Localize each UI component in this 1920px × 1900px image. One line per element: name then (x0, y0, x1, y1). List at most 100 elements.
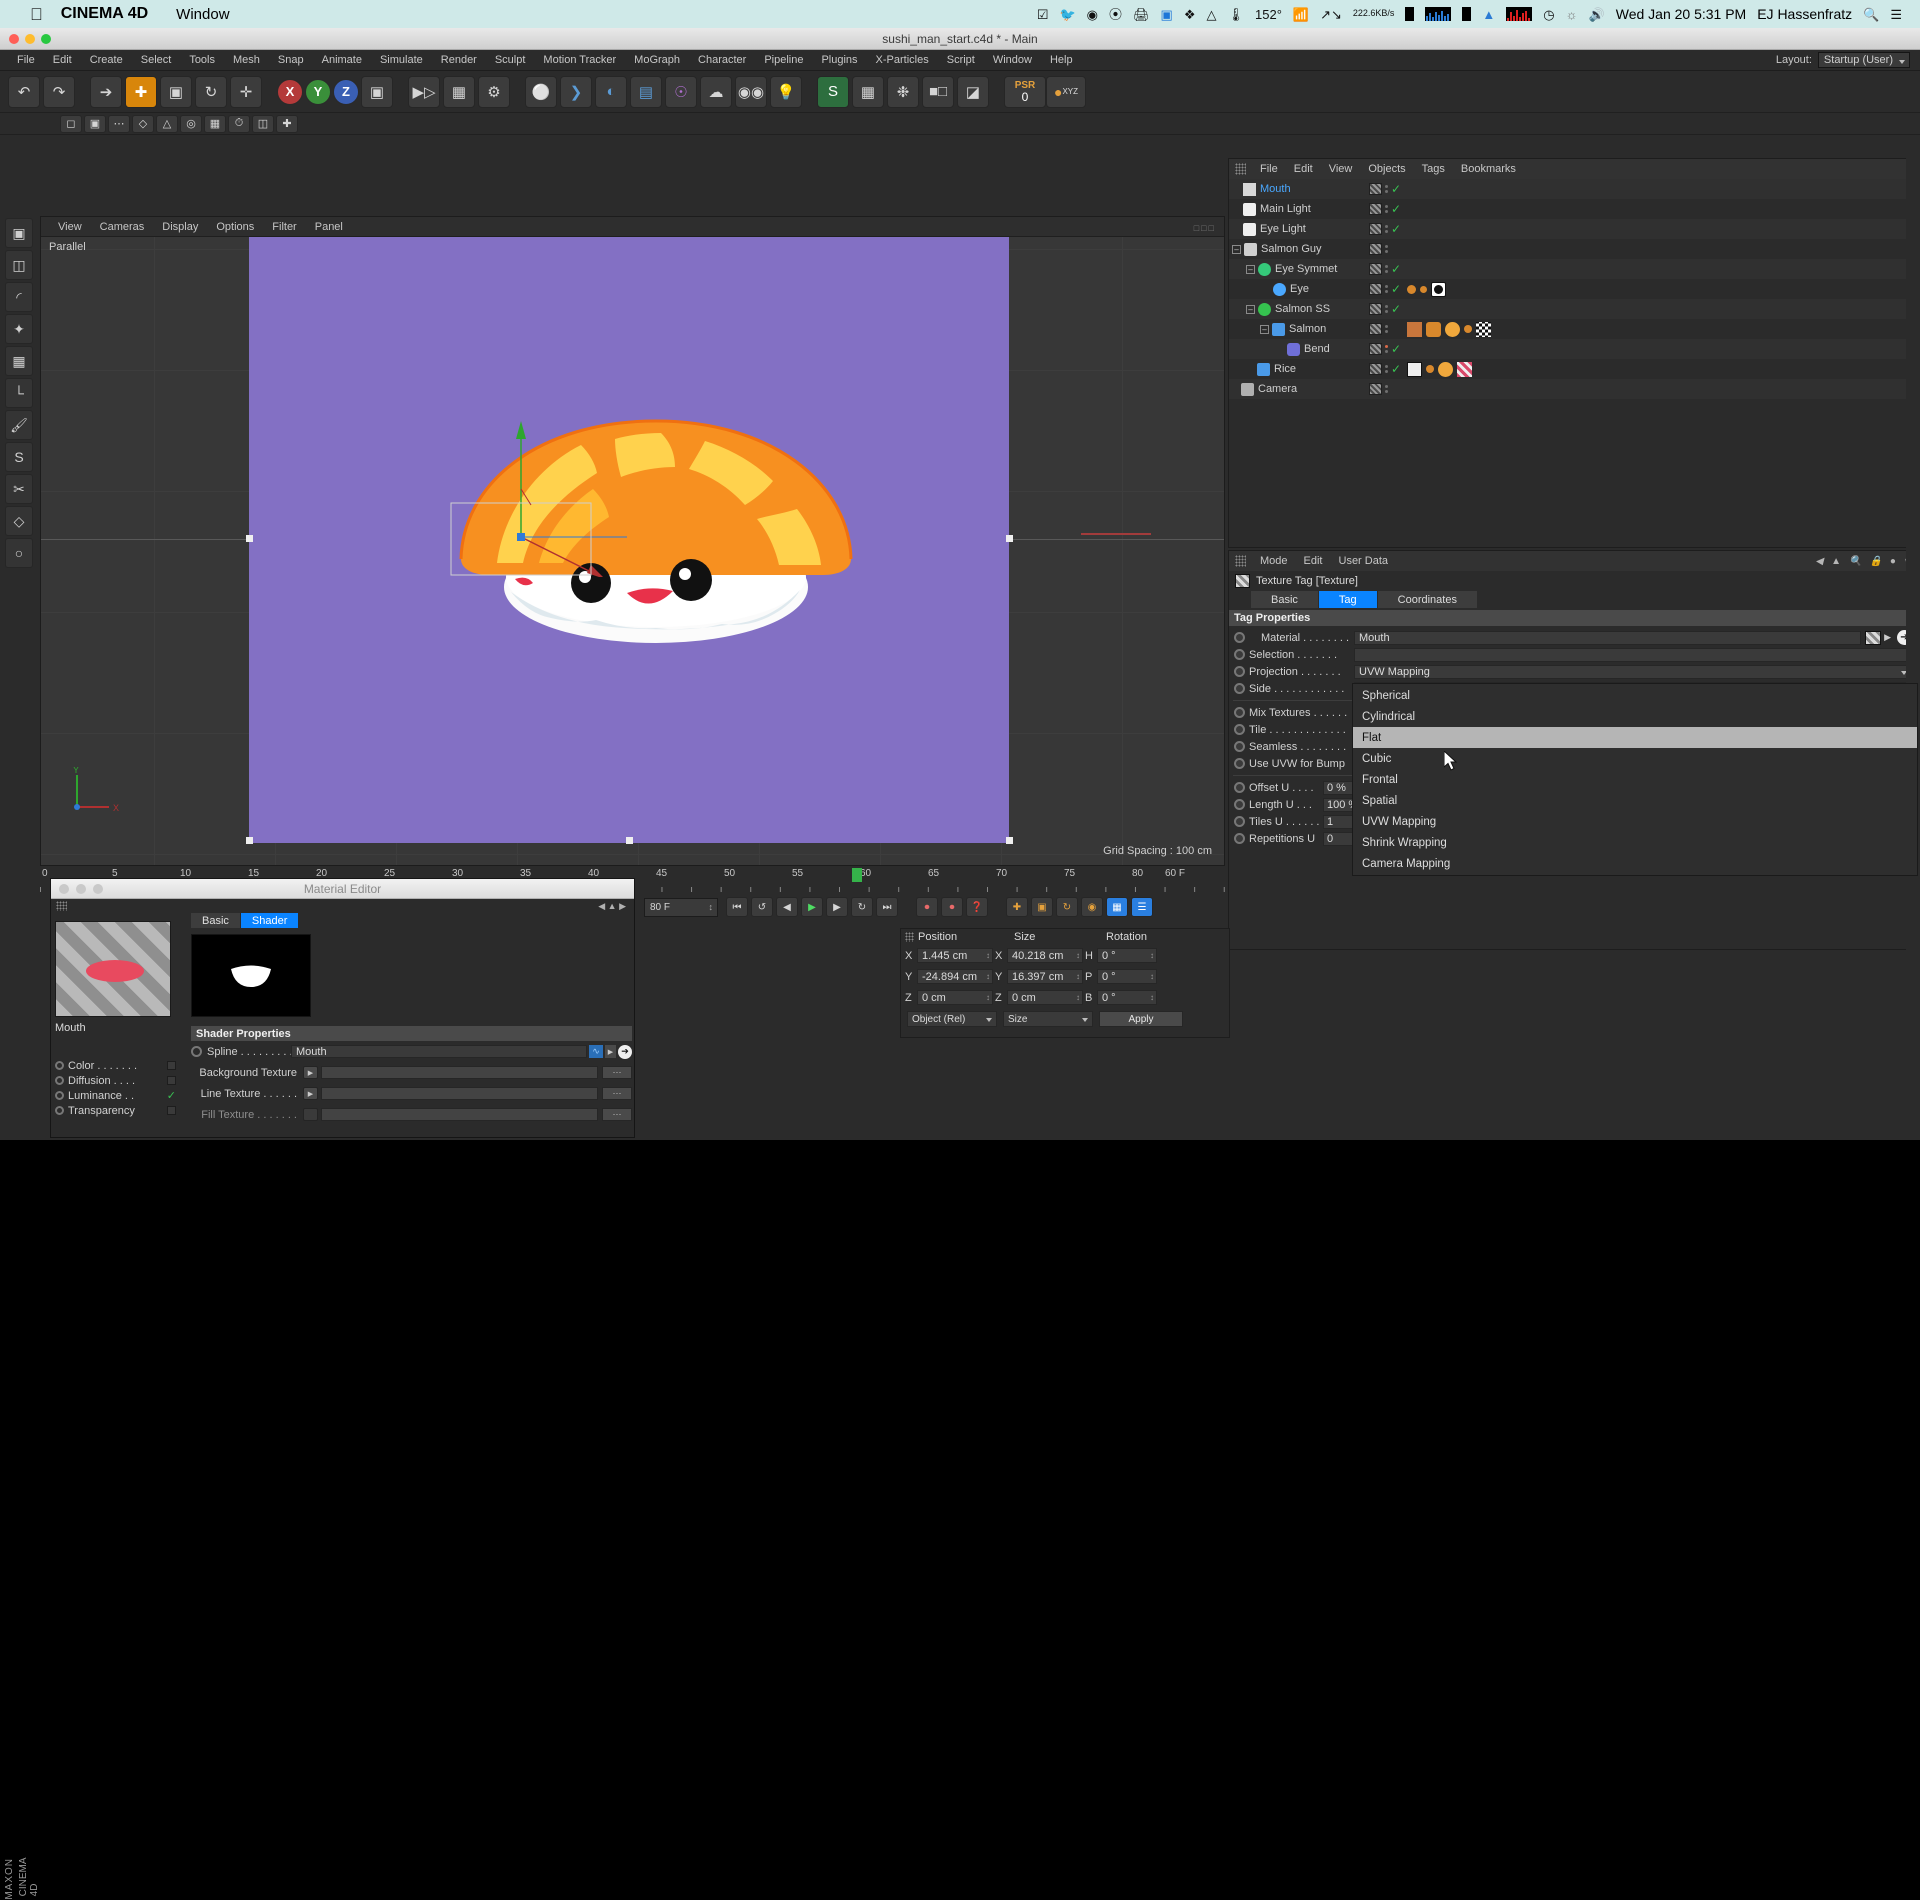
om-menu-edit[interactable]: Edit (1286, 163, 1321, 175)
object-row-salmon-ss[interactable]: – Salmon SS ✓ (1229, 299, 1917, 319)
dropdown-item-camera-mapping[interactable]: Camera Mapping (1353, 853, 1917, 874)
uv-points-icon[interactable]: ◎ (180, 114, 202, 133)
menu-select[interactable]: Select (132, 54, 181, 66)
coord-apply-button[interactable]: Apply (1099, 1011, 1183, 1027)
background-texture-browse-button[interactable]: ⋯ (602, 1066, 632, 1079)
background-texture-field[interactable] (321, 1066, 598, 1079)
object-visibility-dots[interactable] (1369, 243, 1388, 255)
maximize-button[interactable] (41, 34, 51, 44)
render-view-icon[interactable]: ▶▷ (408, 75, 440, 108)
search-icon[interactable]: 🔍 (1863, 8, 1879, 21)
material-arrow-icon[interactable]: ▶ (1884, 632, 1891, 643)
spline-curve-icon[interactable]: ∿ (589, 1045, 603, 1058)
measure-icon[interactable]: └ (5, 378, 33, 408)
object-visibility-dots[interactable] (1369, 323, 1388, 335)
current-frame-field[interactable]: 80 F (644, 897, 718, 917)
xpresso-icon[interactable]: ◪ (957, 75, 989, 108)
menu-plugins[interactable]: Plugins (812, 54, 866, 66)
expand-toggle-icon[interactable]: – (1232, 244, 1241, 254)
object-visibility-dots[interactable] (1369, 383, 1388, 395)
texture-tag-icon[interactable] (1438, 361, 1453, 377)
dropdown-item-flat[interactable]: Flat (1353, 727, 1917, 748)
window-controls[interactable] (9, 34, 51, 44)
object-visibility-dots[interactable]: ✓ (1369, 262, 1401, 276)
menu-snap[interactable]: Snap (269, 54, 313, 66)
expand-toggle-icon[interactable]: – (1246, 304, 1255, 314)
object-visibility-dots[interactable]: ✓ (1369, 202, 1401, 216)
am-menu-mode[interactable]: Mode (1252, 555, 1296, 567)
checker-tag-icon[interactable] (1476, 321, 1491, 337)
axis-z-toggle[interactable]: Z (333, 78, 359, 105)
display-icon[interactable]: ▣ (1161, 8, 1173, 21)
menu-simulate[interactable]: Simulate (371, 54, 432, 66)
channel-luminance-check-icon[interactable]: ✓ (167, 1089, 176, 1102)
checkbox-icon[interactable]: ☑ (1037, 8, 1049, 21)
om-menu-view[interactable]: View (1321, 163, 1361, 175)
enabled-check-icon[interactable]: ✓ (1391, 362, 1401, 376)
object-row-eye-light[interactable]: Eye Light ✓ (1229, 219, 1917, 239)
viewport-menu-options[interactable]: Options (207, 221, 263, 233)
enabled-check-icon[interactable]: ✓ (1391, 262, 1401, 276)
coord-rotation-p[interactable]: 0 ° (1097, 969, 1157, 984)
menu-help[interactable]: Help (1041, 54, 1082, 66)
coord-size-mode-dropdown[interactable]: Size (1003, 1011, 1093, 1027)
point-mode-icon[interactable]: ⋯ (108, 114, 130, 133)
region-handle-ml[interactable] (246, 535, 253, 542)
minimize-button[interactable] (25, 34, 35, 44)
deformer-icon[interactable]: ☉ (665, 75, 697, 108)
dropdown-item-uvw-mapping[interactable]: UVW Mapping (1353, 811, 1917, 832)
material-tag-icon[interactable] (1426, 321, 1441, 337)
clock-icon[interactable]: ◷ (1543, 8, 1554, 21)
dropdown-item-cylindrical[interactable]: Cylindrical (1353, 706, 1917, 727)
me-maximize-button[interactable] (93, 883, 103, 894)
dropdown-item-shrink-wrapping[interactable]: Shrink Wrapping (1353, 832, 1917, 853)
uv-tag-icon[interactable] (1407, 321, 1422, 337)
cube-primitive-icon[interactable]: ⚪ (525, 75, 557, 108)
coord-position-x[interactable]: 1.445 cm (917, 948, 993, 963)
disk-icon[interactable] (1462, 7, 1472, 21)
undo-icon[interactable]: ↶ (8, 75, 40, 108)
uvw-tag-icon[interactable] (1457, 361, 1472, 377)
material-editor-window-controls[interactable] (59, 883, 642, 894)
position-key-icon[interactable]: ✚ (1006, 897, 1028, 917)
layout-dropdown[interactable]: Startup (User) (1817, 52, 1910, 68)
object-row-eye[interactable]: Eye ✓ (1229, 279, 1917, 299)
panel-grip-icon[interactable] (56, 901, 67, 911)
channel-transparency[interactable]: Transparency (55, 1103, 180, 1118)
scale-key-icon[interactable]: ▣ (1031, 897, 1053, 917)
axis-lock-icon[interactable]: ● XYZ (1046, 75, 1086, 108)
coord-position-y[interactable]: -24.894 cm (917, 969, 993, 984)
clock-label[interactable]: Wed Jan 20 5:31 PM (1616, 6, 1746, 22)
visibility-dots-icon[interactable] (1385, 225, 1388, 233)
texture-mode-icon[interactable]: ▣ (84, 114, 106, 133)
edge-mode-icon[interactable]: ◇ (132, 114, 154, 133)
viewport-canvas[interactable]: Parallel Y X Grid Spacing: 100 cm (41, 237, 1224, 865)
object-row-bend[interactable]: Bend ✓ (1229, 339, 1917, 359)
region-handle-bc[interactable] (626, 837, 633, 844)
viewport-corner-icons[interactable]: □□□ (1194, 223, 1216, 233)
menu-motion-tracker[interactable]: Motion Tracker (534, 54, 625, 66)
line-texture-expand-icon[interactable]: ▶ (303, 1087, 318, 1100)
parameter-key-icon[interactable]: ◉ (1081, 897, 1103, 917)
material-tag-icon[interactable] (1407, 284, 1416, 294)
uv-polygons-icon[interactable]: ▦ (204, 114, 226, 133)
globe-icon[interactable]: ◉ (1087, 8, 1098, 21)
menu-create[interactable]: Create (81, 54, 132, 66)
menu-render[interactable]: Render (432, 54, 486, 66)
spline-expand-icon[interactable]: ▶ (605, 1045, 616, 1058)
material-tag-icon[interactable] (1407, 361, 1422, 377)
sculpt-icon[interactable]: S (817, 75, 849, 108)
expand-toggle-icon[interactable]: – (1246, 264, 1255, 274)
visibility-dots-icon[interactable] (1385, 285, 1388, 293)
macos-menu-window[interactable]: Window (176, 6, 229, 23)
keyframe-selection-icon[interactable]: ❓ (966, 897, 988, 917)
object-tags[interactable] (1407, 361, 1472, 377)
coord-size-z[interactable]: 0 cm (1007, 990, 1083, 1005)
viewport-menu-panel[interactable]: Panel (306, 221, 352, 233)
render-settings-icon[interactable]: ⚙ (478, 75, 510, 108)
menu-file[interactable]: File (8, 54, 44, 66)
texture-tag-icon[interactable] (1431, 281, 1446, 297)
animation-mode-icon[interactable]: ⏱ (228, 114, 250, 133)
channel-diffusion[interactable]: Diffusion . . . . (55, 1073, 180, 1088)
previous-frame-icon[interactable]: ◀ (776, 897, 798, 917)
